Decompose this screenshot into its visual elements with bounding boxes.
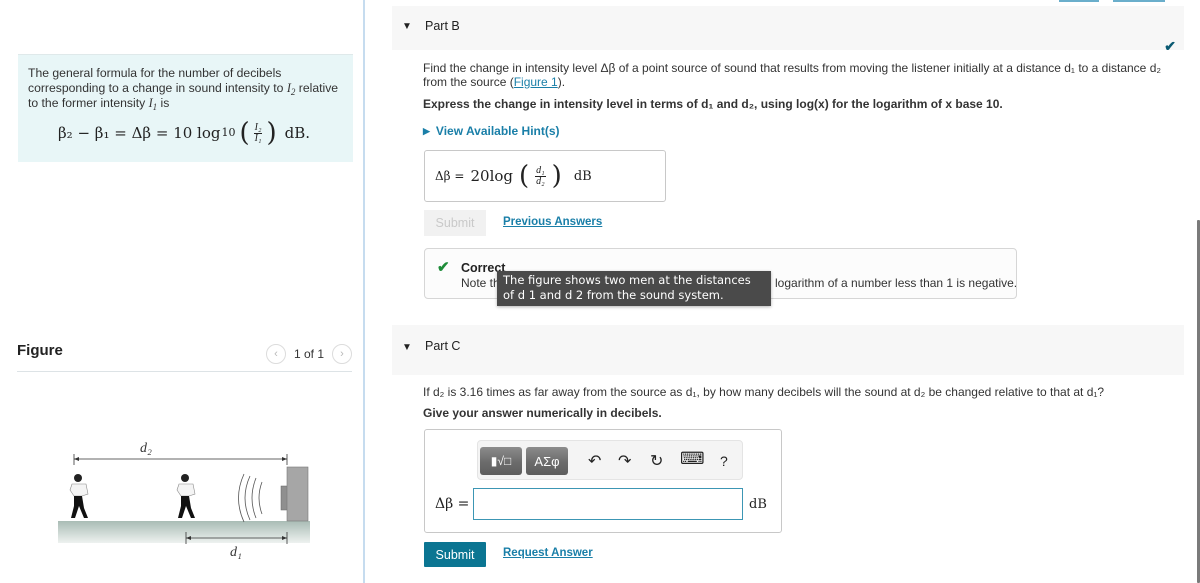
part-b-title: Part B [425, 19, 460, 33]
intro-text-3: is [157, 96, 170, 110]
hint-label: View Available Hint(s) [435, 124, 560, 138]
part-b-answer-box: Δβ = 20log ( d₁ d₂ ) dB [424, 150, 666, 202]
formula-unit: dB. [284, 124, 311, 142]
part-b-instruction: Express the change in intensity level in… [423, 97, 1003, 111]
answer-label: Δβ = [435, 169, 465, 183]
part-c-title: Part C [425, 339, 461, 353]
answer-unit: dB [573, 168, 592, 184]
part-c-instruction: Give your answer numerically in decibels… [423, 406, 662, 420]
undo-icon[interactable]: ↶ [588, 451, 601, 471]
part-c-submit-button[interactable]: Submit [424, 542, 486, 567]
request-answer-link[interactable]: Request Answer [503, 547, 593, 559]
figure-header: Figure ‹ 1 of 1 › [17, 340, 352, 372]
answer-input[interactable] [473, 488, 743, 520]
pane-divider[interactable] [363, 0, 365, 583]
feedback-note-tail: logarithm of a number less than 1 is neg… [775, 276, 1018, 290]
top-button-edge-1[interactable] [1059, 0, 1099, 2]
checkmark-icon: ✔ [437, 259, 450, 276]
decibel-formula: β₂ − β₁ = Δβ = 10 log 10 ( I₂ I₁ ) dB. [58, 118, 311, 148]
intro-text-1: The general formula for the number of de… [28, 66, 287, 95]
part-b-question: Find the change in intensity level Δβ of… [423, 61, 1162, 89]
left-pane: The general formula for the number of de… [0, 0, 362, 583]
man-far-figure [69, 474, 89, 518]
unit-label: dB [749, 497, 767, 512]
label-d2: d₂ [140, 441, 152, 456]
figure-image: d₂ d₁ [58, 441, 310, 560]
figure-alt-tooltip: The figure shows two men at the distance… [497, 271, 771, 306]
sound-waves [238, 473, 263, 523]
label-d1: d₁ [230, 545, 242, 560]
chevron-right-icon: › [340, 348, 344, 360]
d2-dimension-line [73, 454, 288, 465]
paren-open: ( [239, 118, 250, 148]
math-toolbar: ▮√□ ΑΣφ ↶ ↷ ↻ ⌨ ? [477, 440, 743, 480]
figure-link[interactable]: Figure 1 [514, 75, 558, 89]
prev-figure-button[interactable]: ‹ [265, 344, 286, 364]
formula-fraction: I₂ I₁ [253, 121, 263, 144]
part-b-header[interactable]: ▼ Part B ✔ [392, 6, 1184, 54]
top-button-edge-2[interactable] [1113, 0, 1165, 2]
collapse-triangle-icon: ▼ [402, 342, 412, 353]
pager-text: 1 of 1 [293, 347, 324, 361]
paren-close: ) [266, 118, 277, 148]
part-c-answer-panel: ▮√□ ΑΣφ ↶ ↷ ↻ ⌨ ? Δβ = dB [424, 429, 782, 533]
answer-label: Δβ = [435, 496, 470, 512]
part-b-submit-button[interactable]: Submit [424, 210, 486, 236]
reset-icon[interactable]: ↻ [650, 451, 663, 471]
floor [58, 521, 310, 543]
previous-answers-link[interactable]: Previous Answers [503, 216, 602, 228]
collapse-triangle-icon: ▼ [402, 21, 412, 32]
part-c-question: If d₂ is 3.16 times as far away from the… [423, 385, 1105, 399]
answer-fraction: d₁ d₂ [535, 164, 546, 187]
answer-value: 20log [470, 167, 514, 185]
templates-button[interactable]: ▮√□ [480, 447, 522, 475]
symbols-button[interactable]: ΑΣφ [526, 447, 568, 475]
chevron-left-icon: ‹ [274, 348, 278, 360]
next-figure-button[interactable]: › [332, 344, 352, 364]
figure-pager: ‹ 1 of 1 › [265, 344, 352, 364]
view-hints-toggle[interactable]: ▶ View Available Hint(s) [423, 124, 560, 138]
expand-triangle-icon: ▶ [423, 125, 430, 136]
paren-open: ( [519, 161, 530, 191]
keyboard-icon[interactable]: ⌨ [680, 449, 705, 469]
redo-icon[interactable]: ↷ [618, 451, 631, 471]
var-i1: I1 [148, 96, 158, 112]
figure-title: Figure [17, 342, 63, 359]
part-c-header[interactable]: ▼ Part C [392, 325, 1184, 375]
paren-close: ) [551, 161, 562, 191]
part-complete-check-icon: ✔ [1164, 38, 1176, 54]
formula-lhs: β₂ − β₁ = Δβ = 10 log [58, 124, 221, 142]
speaker-box [286, 466, 309, 522]
help-button[interactable]: ? [720, 453, 728, 469]
feedback-note: Note th [461, 276, 500, 290]
man-near-figure [176, 474, 196, 518]
